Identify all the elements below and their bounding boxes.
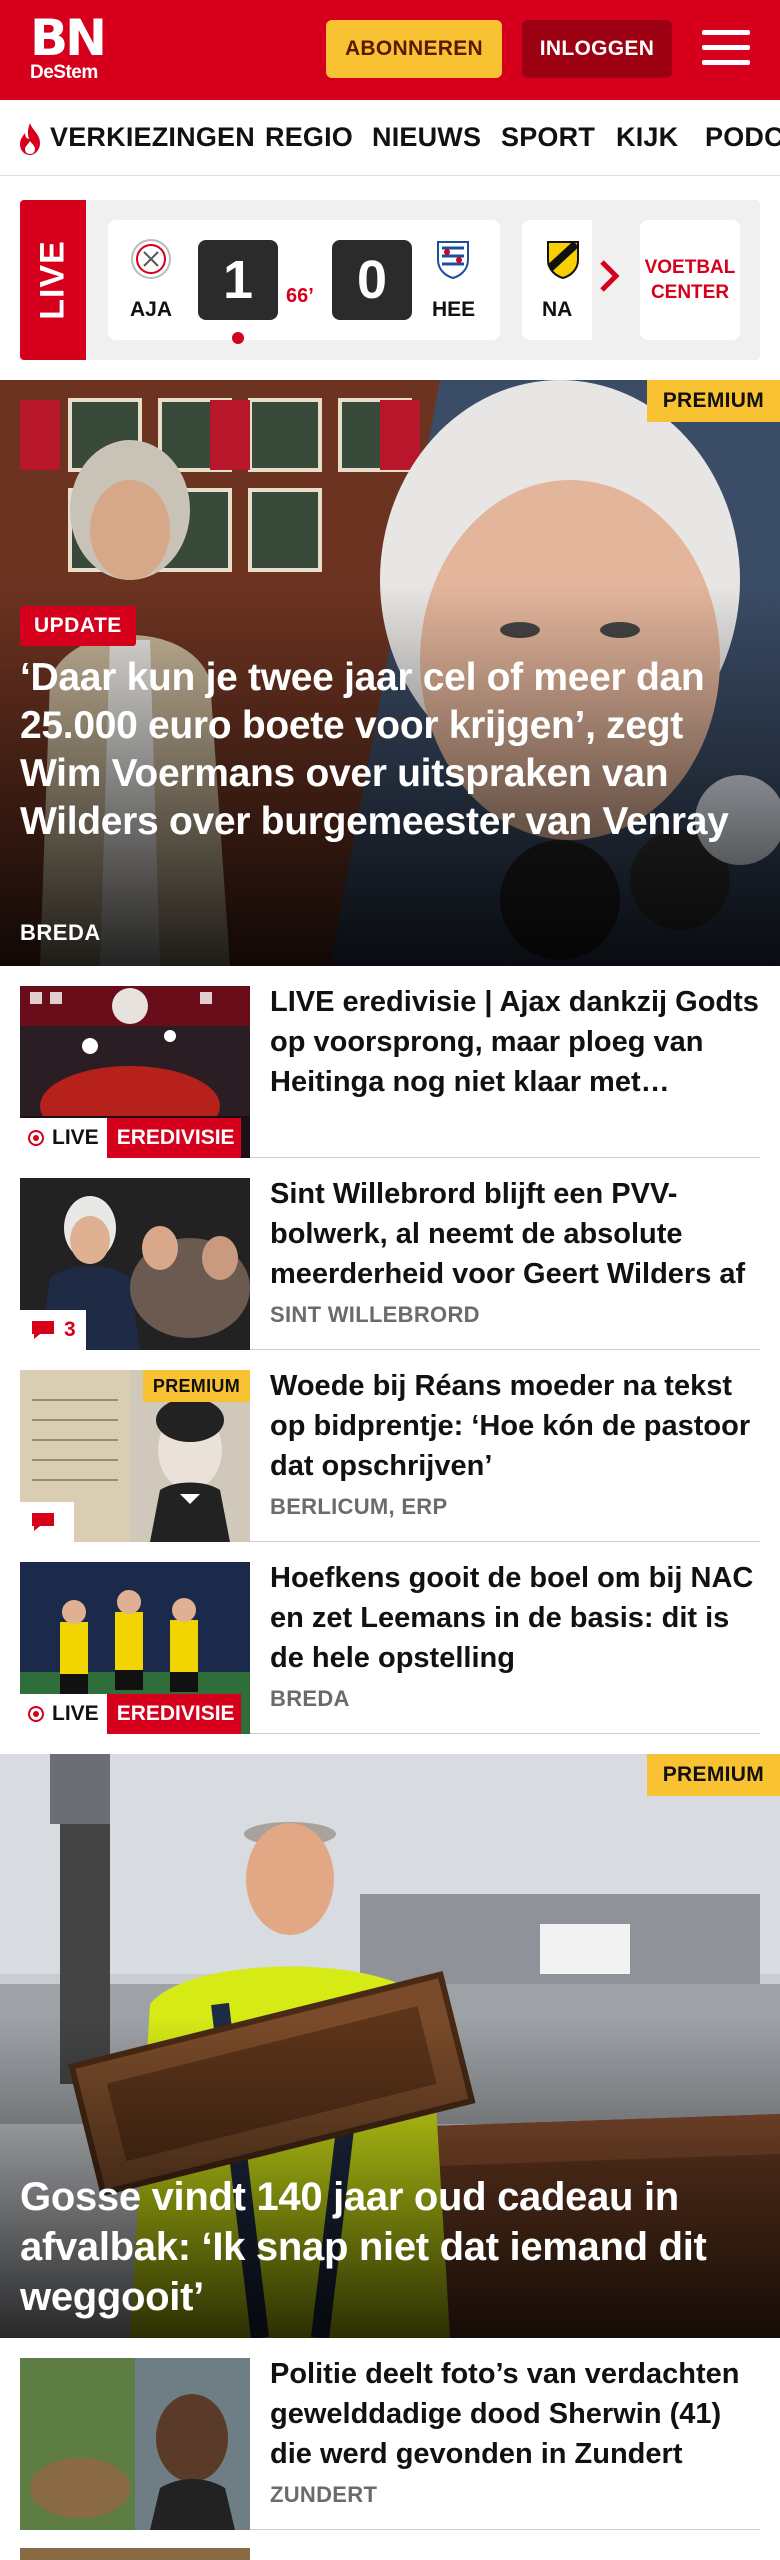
- article-title[interactable]: Politie deelt foto’s van verdachten gewe…: [270, 2354, 760, 2474]
- premium-badge: PREMIUM: [142, 1370, 250, 1402]
- live-dot-icon: [232, 332, 244, 344]
- nav-item-verkiezingen[interactable]: VERKIEZINGEN: [50, 122, 255, 153]
- next-article-thumbnail: [20, 2548, 250, 2560]
- list-item[interactable]: PREMIUM Woede bij Réans moeder na tekst …: [20, 1350, 760, 1542]
- heerenveen-crest-icon: [437, 241, 469, 280]
- list-item[interactable]: LIVE EREDIVISIE LIVE eredivisie | Ajax d…: [20, 966, 760, 1158]
- logo-main: BN: [30, 9, 107, 67]
- list-item[interactable]: LIVE EREDIVISIE Hoefkens gooit de boel o…: [20, 1542, 760, 1734]
- comment-count[interactable]: [20, 1502, 74, 1542]
- nav-item-podcast[interactable]: PODCAST: [705, 122, 780, 153]
- article-title[interactable]: Hoefkens gooit de boel om bij NAC en zet…: [270, 1558, 760, 1678]
- nav-item-regio[interactable]: REGIO: [265, 122, 353, 153]
- nav-item-kijk[interactable]: KIJK: [616, 122, 678, 153]
- away-team: HEE: [432, 298, 476, 321]
- live-label: LIVE: [20, 200, 86, 360]
- update-badge: UPDATE: [20, 606, 136, 646]
- live-tag: LIVE EREDIVISIE: [20, 1694, 241, 1734]
- live-dot-icon: [28, 1706, 44, 1722]
- away-score: 0: [332, 240, 412, 320]
- article-thumbnail: [20, 2358, 250, 2530]
- home-team: AJA: [130, 298, 173, 321]
- chevron-right-icon[interactable]: [594, 256, 624, 296]
- home-score: 1: [198, 240, 278, 320]
- category-tag: EREDIVISIE: [106, 1694, 241, 1734]
- hero-article[interactable]: PREMIUM Gosse vindt 140 jaar oud cadeau …: [0, 1754, 780, 2338]
- live-dot-icon: [28, 1130, 44, 1146]
- live-scores-strip: LIVE AJA 1 66’ 0 HEE NA VOETBAL CENTER: [20, 200, 760, 360]
- next-match-card[interactable]: NA: [522, 220, 592, 340]
- hero-location: BREDA: [20, 920, 101, 945]
- article-title[interactable]: Sint Willebrord blijft een PVV-bolwerk, …: [270, 1174, 760, 1294]
- match-minute: 66’: [286, 285, 314, 307]
- site-header: BN DeStem ABONNEREN INLOGGEN: [0, 0, 780, 100]
- nav-item-nieuws[interactable]: NIEUWS: [372, 122, 481, 153]
- comment-bubble-icon: [32, 1321, 54, 1339]
- list-item[interactable]: 3 Sint Willebrord blijft een PVV-bolwerk…: [20, 1158, 760, 1350]
- hamburger-menu-icon[interactable]: [702, 28, 750, 68]
- article-title[interactable]: LIVE eredivisie | Ajax dankzij Godts op …: [270, 982, 760, 1102]
- flame-icon: [20, 123, 40, 155]
- match-card[interactable]: AJA 1 66’ 0 HEE: [108, 220, 500, 344]
- article-location: ZUNDERT: [270, 2482, 378, 2507]
- login-button[interactable]: INLOGGEN: [522, 20, 672, 78]
- subscribe-button[interactable]: ABONNEREN: [326, 20, 502, 78]
- section-nav: VERKIEZINGEN REGIO NIEUWS SPORT KIJK POD…: [0, 100, 780, 176]
- comment-count[interactable]: 3: [20, 1310, 86, 1350]
- nac-crest-icon: [547, 241, 579, 280]
- ajax-crest-icon: [131, 239, 171, 279]
- live-tag: LIVE EREDIVISIE: [20, 1118, 241, 1158]
- article-location: BERLICUM, ERP: [270, 1494, 448, 1519]
- next-match-team: NA: [542, 298, 573, 321]
- nav-item-sport[interactable]: SPORT: [501, 122, 595, 153]
- article-location: BREDA: [270, 1686, 350, 1711]
- category-tag: EREDIVISIE: [106, 1118, 241, 1158]
- article-title[interactable]: Woede bij Réans moeder na tekst op bidpr…: [270, 1366, 760, 1486]
- hero-title[interactable]: ‘Daar kun je twee jaar cel of meer dan 2…: [20, 654, 760, 846]
- site-logo[interactable]: BN DeStem: [30, 9, 107, 84]
- article-location: SINT WILLEBRORD: [270, 1302, 480, 1327]
- comment-bubble-icon: [32, 1513, 54, 1531]
- voetbal-center-link[interactable]: VOETBAL CENTER: [640, 220, 740, 340]
- premium-badge: PREMIUM: [646, 1754, 780, 1796]
- hero-title[interactable]: Gosse vindt 140 jaar oud cadeau in afval…: [20, 2172, 760, 2322]
- logo-sub: DeStem: [30, 62, 98, 83]
- hero-article[interactable]: PREMIUM UPDATE ‘Daar kun je twee jaar ce…: [0, 380, 780, 966]
- list-item[interactable]: Politie deelt foto’s van verdachten gewe…: [20, 2338, 760, 2530]
- premium-badge: PREMIUM: [646, 380, 780, 422]
